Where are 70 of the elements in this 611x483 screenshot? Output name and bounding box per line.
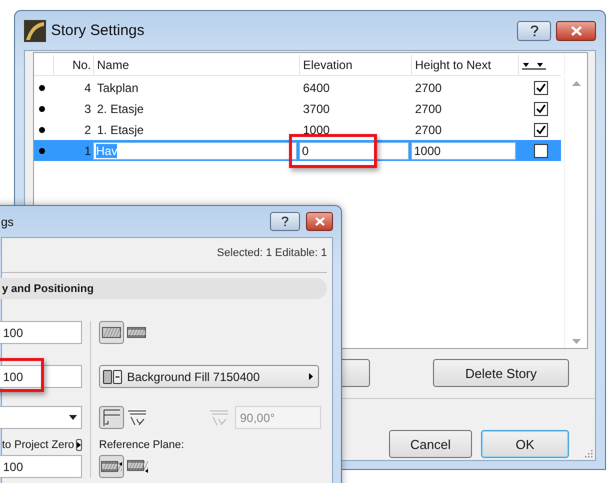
help-icon: [281, 216, 289, 227]
hatched-rect-icon: [101, 461, 122, 472]
table-cell-text: 2700: [414, 102, 443, 116]
fill-swatch-icon: [103, 370, 123, 384]
arrow-icon: [309, 373, 313, 380]
input-field[interactable]: 100: [0, 365, 82, 388]
bullet-icon: [39, 84, 45, 90]
slope-angle-icon: [209, 408, 229, 427]
close-button[interactable]: [556, 20, 596, 40]
close-icon: [570, 26, 582, 36]
column-header[interactable]: Name: [93, 55, 299, 75]
angle-mode-button[interactable]: [99, 406, 124, 429]
section-header[interactable]: y and Positioning: [0, 278, 327, 299]
slope-angle-icon[interactable]: [127, 408, 147, 427]
reference-plane-button[interactable]: [99, 455, 124, 478]
check-icon: [536, 104, 546, 114]
table-cell-text: 1000: [302, 122, 330, 136]
help-button[interactable]: [517, 20, 551, 40]
hatched-rect-icon: [102, 327, 121, 338]
fill-mode-button[interactable]: [99, 321, 124, 344]
column-header[interactable]: No.: [53, 55, 93, 75]
height-field[interactable]: 1000: [411, 142, 516, 160]
checkbox[interactable]: [534, 122, 548, 136]
column-header[interactable]: Height to Next: [411, 55, 518, 75]
arrow-button[interactable]: [76, 439, 82, 451]
triangle-markers-icon[interactable]: [522, 60, 546, 70]
table-cell-text: 4: [83, 80, 92, 94]
fill-dropdown[interactable]: Background Fill 7150400: [99, 365, 319, 388]
bullet-icon: [39, 126, 45, 132]
help-icon: [530, 24, 538, 36]
table-cell-text: 2700: [414, 122, 443, 136]
checkbox[interactable]: [534, 144, 548, 158]
close-button[interactable]: [306, 212, 333, 231]
caret-icon: [69, 415, 77, 420]
selection-info: Selected: 1 Editable: 1: [216, 246, 328, 259]
table-cell-text: 3: [83, 102, 92, 116]
dialog-button[interactable]: OK: [481, 430, 569, 458]
resize-grip-icon[interactable]: [583, 448, 593, 458]
dialog-button[interactable]: Cancel: [389, 430, 472, 458]
arrow-icon: [77, 442, 82, 448]
checkbox[interactable]: [534, 102, 548, 116]
field-label: to Project Zero: [2, 439, 74, 451]
app-logo-icon: [24, 20, 46, 42]
dropdown-field[interactable]: [0, 406, 82, 429]
table-cell-text: 3700: [302, 102, 330, 116]
delete-story-button[interactable]: Delete Story: [433, 359, 569, 387]
input-field[interactable]: 100: [0, 455, 82, 478]
field-label: Reference Plane:: [99, 439, 184, 451]
elevation-field[interactable]: 0: [299, 142, 409, 160]
input-field[interactable]: 100: [0, 321, 82, 344]
close-icon: [314, 217, 324, 226]
column-header[interactable]: Elevation: [299, 55, 411, 75]
bullet-icon: [39, 148, 45, 154]
checkbox[interactable]: [534, 80, 548, 94]
table-cell-text: 1: [83, 144, 92, 158]
corner-lines-icon: [102, 408, 121, 427]
bullet-icon: [39, 106, 45, 112]
check-icon: [536, 82, 546, 92]
check-icon: [536, 124, 546, 134]
table-cell-text: 2: [83, 122, 92, 136]
table-cell-text: 1. Etasje: [96, 122, 145, 136]
window-title: Story Settings: [51, 22, 146, 39]
hatched-rect-icon[interactable]: [127, 460, 148, 473]
table-cell-text: 2. Etasje: [96, 102, 145, 116]
table-cell-text: 2700: [414, 80, 443, 94]
window-title: gs: [1, 214, 15, 228]
hatched-rect-icon[interactable]: [127, 327, 146, 338]
help-button[interactable]: [270, 212, 300, 231]
table-cell-text: 6400: [302, 80, 330, 94]
table-cell-text: Takplan: [96, 80, 140, 94]
